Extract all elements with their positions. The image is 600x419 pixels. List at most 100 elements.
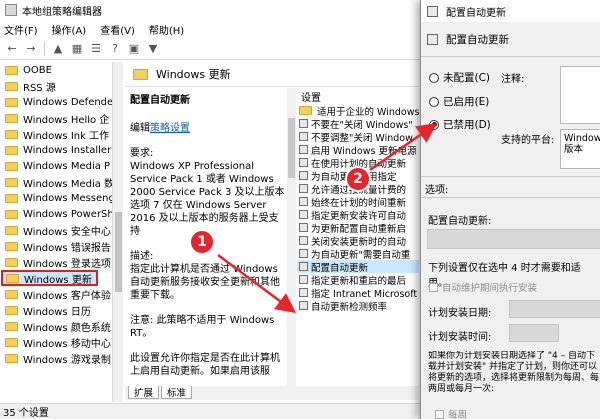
setting-label: 启用 Windows 更新电源	[311, 145, 417, 157]
tree-item[interactable]: Windows 登录选项	[0, 254, 112, 270]
properties-icon[interactable]: ▦	[69, 41, 85, 57]
policy-icon	[299, 210, 308, 219]
menu-help[interactable]: 帮助(H)	[149, 22, 184, 37]
tree-item[interactable]: Windows Installer	[0, 142, 112, 158]
setting-row[interactable]: 为更新配置自动重新启	[297, 221, 419, 235]
console-icon[interactable]: ▣	[126, 41, 142, 57]
tree-item-label: Windows 更新	[24, 274, 92, 286]
scroll-thumb[interactable]	[288, 118, 295, 178]
setting-row[interactable]: 不要调整"关闭 Window	[297, 130, 419, 144]
scroll-thumb[interactable]	[115, 212, 122, 292]
tree-item[interactable]: Windows 客户体验	[0, 286, 112, 302]
setting-row[interactable]: 指定 Intranet Microsoft	[297, 286, 419, 300]
tree-item[interactable]: OOBE	[0, 62, 112, 78]
tree-item[interactable]: Windows 颜色系统	[0, 318, 112, 334]
tree-item[interactable]: Windows 安全中心	[0, 222, 112, 238]
setting-row[interactable]: 始终在计划的时间重新	[297, 195, 419, 209]
tree-item[interactable]: Windows Ink 工作	[0, 126, 112, 142]
schedule-day-dropdown[interactable]	[509, 300, 600, 318]
settings-column-header[interactable]: 设置	[297, 88, 419, 104]
radio-not-configured[interactable]: 未配置(C)	[429, 70, 490, 85]
setting-row[interactable]: 指定更新和重启的最后	[297, 273, 419, 287]
setting-label: 指定 Intranet Microsoft	[311, 288, 418, 300]
setting-label: 自动更新检测频率	[311, 301, 388, 313]
configure-label: 配置自动更新:	[428, 216, 492, 227]
policy-icon	[299, 249, 308, 258]
edit-policy-link[interactable]: 策略设置	[150, 123, 190, 134]
policy-title: 配置自动更新	[130, 95, 190, 106]
setting-row[interactable]: 指定更新安装许可自动	[297, 208, 419, 222]
setting-label: 始终在计划的时间重新	[311, 197, 407, 209]
help-icon[interactable]: ?	[107, 41, 123, 57]
folder-icon	[5, 145, 18, 155]
setting-row[interactable]: 适用于企业的 Windows	[297, 104, 419, 118]
back-icon[interactable]: ←	[4, 41, 20, 57]
tree-item[interactable]: Windows PowerSh	[0, 206, 112, 222]
requirements-text: Windows XP Professional Service Pack 1 或…	[130, 161, 285, 237]
forward-icon[interactable]: →	[23, 41, 39, 57]
radio-disabled[interactable]: 已禁用(D)	[429, 117, 491, 132]
tree-item-label: Windows Ink 工作	[23, 130, 110, 142]
setting-label: 指定更新安装许可自动	[311, 210, 407, 222]
tree-item-label: Windows 移动中心	[23, 338, 111, 350]
tree-item[interactable]: Windows Media 数	[0, 174, 112, 190]
description-text: 指定此计算机是否通过 Windows 自动更新服务接收安全更新和其他重要下载。	[130, 264, 280, 301]
tree-item[interactable]: Windows Defende	[0, 94, 112, 110]
setting-row[interactable]: 为自动更新"需要自动重	[297, 247, 419, 261]
menu-action[interactable]: 操作(A)	[52, 22, 87, 37]
tree-item-label: Windows PowerSh	[23, 208, 112, 220]
install-maintenance-checkbox[interactable]: 自动维护期间执行安装	[429, 280, 537, 294]
checkbox-label: 自动维护期间执行安装	[442, 283, 538, 294]
checkbox-box[interactable]	[429, 282, 438, 292]
description-scrollbar[interactable]	[287, 88, 296, 386]
app-icon	[5, 4, 17, 16]
tree-item-label: Windows Hello 企	[23, 114, 110, 126]
tree-item[interactable]: Windows Messeng	[0, 190, 112, 206]
folder-icon	[5, 113, 18, 123]
setting-label: 适用于企业的 Windows	[317, 106, 419, 118]
tree-pane: OOBE RSS 源 Windows Defende Windows Hello…	[0, 62, 112, 402]
tree-scrollbar[interactable]	[112, 62, 123, 402]
dialog-heading-text: 配置自动更新	[446, 33, 509, 46]
comment-field[interactable]	[560, 66, 600, 124]
setting-row[interactable]: 自动更新检测频率	[297, 299, 419, 313]
tree-item[interactable]: Windows 移动中心	[0, 334, 112, 350]
filter-icon[interactable]: ▼	[145, 41, 161, 57]
tree-item-label: Windows 登录选项	[23, 258, 111, 270]
show-hide-tree-icon[interactable]: ☰	[88, 41, 104, 57]
setting-row[interactable]: 启用 Windows 更新电源	[297, 143, 419, 157]
tree-item[interactable]: Windows 错误报告	[0, 238, 112, 254]
tree-item[interactable]: Windows Hello 企	[0, 110, 112, 126]
checkbox-box[interactable]	[435, 409, 444, 419]
setting-label: 不要调整"关闭 Window	[311, 132, 413, 144]
checkbox-label: 每周	[448, 410, 468, 419]
setting-row[interactable]: 关闭安装更新时的自动	[297, 234, 419, 248]
setting-row[interactable]: 不要在"关闭 Windows"	[297, 117, 419, 131]
tree-item[interactable]: Windows 日历	[0, 302, 112, 318]
policy-icon	[299, 223, 308, 232]
radio-circle[interactable]	[429, 119, 439, 130]
radio-circle[interactable]	[429, 72, 439, 83]
configure-dropdown[interactable]	[427, 229, 600, 249]
tab-extended[interactable]: 扩展	[128, 386, 160, 399]
step-badge-1: 1	[189, 229, 215, 255]
tree-item-label: OOBE	[23, 64, 52, 76]
tree-item[interactable]: Windows 游戏录制	[0, 350, 112, 366]
schedule-time-dropdown[interactable]	[509, 324, 559, 342]
tree-item[interactable]: Windows Media P	[0, 158, 112, 174]
policy-icon	[299, 158, 308, 167]
weekly-checkbox[interactable]: 每周	[435, 407, 467, 419]
step-badge-2: 2	[345, 166, 371, 192]
tab-standard[interactable]: 标准	[161, 386, 193, 399]
tree-item[interactable]: RSS 源	[0, 78, 112, 94]
menu-file[interactable]: 文件(F)	[4, 22, 38, 37]
settings-list: 设置 适用于企业的 Windows 不要在"关闭 Windows" 不要调整"关…	[297, 88, 419, 386]
menu-view[interactable]: 查看(V)	[100, 22, 135, 37]
setting-row-configure-automatic-updates[interactable]: 配置自动更新	[297, 260, 419, 274]
folder-icon	[5, 337, 18, 347]
radio-circle[interactable]	[429, 96, 439, 107]
radio-enabled[interactable]: 已启用(E)	[429, 94, 489, 109]
tree-item-windows-update[interactable]: Windows 更新	[1, 270, 98, 286]
folder-up-icon[interactable]: ▲	[50, 41, 66, 57]
note-text: 注意: 此策略不适用于 Windows RT。	[130, 315, 275, 339]
